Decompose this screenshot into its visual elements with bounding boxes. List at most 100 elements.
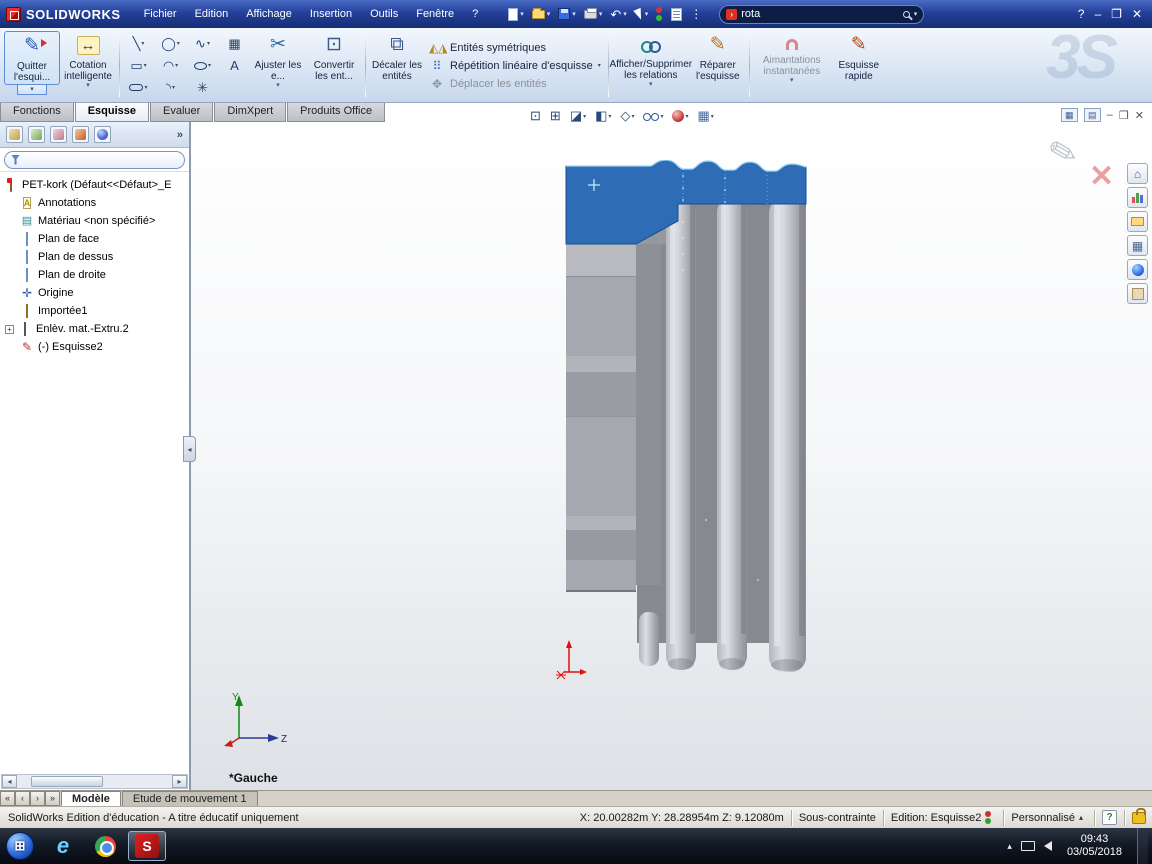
tree-item-plan-de-dessus[interactable]: Plan de dessus xyxy=(4,248,187,266)
mirror-entities-button[interactable]: ◭◮ Entités symétriques xyxy=(429,41,601,55)
taskbar-solidworks-button[interactable]: S xyxy=(128,831,166,861)
sketch-hatch-button[interactable]: ▦ xyxy=(219,33,250,54)
dimxpert-manager-tab[interactable] xyxy=(72,126,89,143)
sketch-rectangle-button[interactable]: ▭ ▾ xyxy=(123,55,154,76)
display-delete-relations-button[interactable]: Afficher/Supprimer les relations ▾ xyxy=(609,31,692,100)
doc-restore-button[interactable]: ❐ xyxy=(1119,109,1129,122)
tab-etude-mouvement[interactable]: Etude de mouvement 1 xyxy=(121,791,258,806)
new-document-button[interactable]: ▾ xyxy=(505,6,527,23)
tree-item-plan-de-droite[interactable]: Plan de droite xyxy=(4,266,187,284)
sketch-circle-button[interactable]: ◯ ▾ xyxy=(155,33,186,54)
repair-sketch-button[interactable]: ✎ Réparer l'esquisse xyxy=(690,31,746,100)
custom-properties-button[interactable] xyxy=(1127,283,1148,304)
tree-item-esquisse2[interactable]: ✎ (-) Esquisse2 xyxy=(4,338,187,356)
tree-root-part[interactable]: PET-kork (Défaut<<Défaut>_E xyxy=(4,176,187,194)
edit-appearance-button[interactable]: ▾ xyxy=(669,109,691,123)
linear-pattern-button[interactable]: ⠿ Répétition linéaire d'esquisse ▾ xyxy=(429,59,601,73)
tray-expand-icon[interactable]: ▴ xyxy=(1007,841,1012,852)
exit-sketch-dropdown[interactable]: ▾ xyxy=(17,85,47,95)
tab-esquisse[interactable]: Esquisse xyxy=(74,103,150,122)
property-manager-tab[interactable] xyxy=(28,126,45,143)
tree-filter-box[interactable] xyxy=(4,150,185,169)
tree-item-origine[interactable]: ✛ Origine xyxy=(4,284,187,302)
scroll-left-icon[interactable]: ◂ xyxy=(2,775,17,788)
panel-overflow-chevron[interactable]: » xyxy=(177,129,183,141)
menu-edition[interactable]: Edition xyxy=(186,6,238,22)
zoom-area-button[interactable]: ⊞ xyxy=(547,107,564,125)
smart-dimension-button[interactable]: ↔ Cotation intelligente ▾ xyxy=(60,31,116,100)
scroll-right-icon[interactable]: ▸ xyxy=(172,775,187,788)
units-caret-icon[interactable]: ▴ xyxy=(1079,813,1083,822)
search-box[interactable]: › ▾ xyxy=(719,4,925,24)
feature-manager-tab[interactable] xyxy=(6,126,23,143)
menu-outils[interactable]: Outils xyxy=(361,6,407,22)
search-dropdown-icon[interactable]: ▾ xyxy=(914,10,918,18)
display-style-button[interactable]: ◇ ▾ xyxy=(617,107,637,125)
menu-insertion[interactable]: Insertion xyxy=(301,6,361,22)
graphics-area[interactable]: ⊡ ⊞ ◪ ▾ ◧ ▾ ◇ ▾ ▾ ▾ ▦ ▾ ▦ ▤ – ❐ ✕ ✎ ✕ ⌂ ▦ xyxy=(190,103,1152,790)
panel-collapse-handle[interactable]: ◂ xyxy=(183,436,196,462)
menu-help[interactable]: ? xyxy=(463,6,487,22)
tab-produits-office[interactable]: Produits Office xyxy=(287,103,386,122)
tree-item-plan-de-face[interactable]: Plan de face xyxy=(4,230,187,248)
rapid-sketch-button[interactable]: ✎ Esquisse rapide xyxy=(831,31,887,100)
taskbar-ie-button[interactable]: e xyxy=(44,831,82,861)
options-button[interactable] xyxy=(668,6,685,23)
search-input[interactable] xyxy=(741,8,899,20)
tab-nav-next[interactable]: › xyxy=(30,791,45,806)
tab-evaluer[interactable]: Evaluer xyxy=(150,103,214,122)
taskbar-chrome-button[interactable] xyxy=(86,831,124,861)
sketch-point-button[interactable]: ✳ xyxy=(187,77,218,98)
menu-affichage[interactable]: Affichage xyxy=(237,6,301,22)
zoom-fit-button[interactable]: ⊡ xyxy=(527,107,544,125)
move-entities-button[interactable]: ✥ Déplacer les entités xyxy=(429,77,601,91)
exit-sketch-button[interactable]: ✎ Quitter l'esqui... xyxy=(4,31,60,85)
sketch-text-button[interactable]: A xyxy=(219,55,250,76)
offset-entities-button[interactable]: ⧉ Décaler les entités xyxy=(369,31,425,100)
instant-snaps-button[interactable]: Aimantations instantanées ▾ xyxy=(753,31,831,100)
solidworks-resources-button[interactable]: ⌂ xyxy=(1127,163,1148,184)
sketch-fillet-button[interactable]: ◝ ▾ xyxy=(155,77,186,98)
tree-item-annotations[interactable]: A Annotations xyxy=(4,194,187,212)
view-palette-button[interactable]: ▦ xyxy=(1127,235,1148,256)
rebuild-button[interactable] xyxy=(653,5,666,23)
undo-button[interactable]: ↶ ▾ xyxy=(607,6,629,23)
tree-item-importee1[interactable]: Importée1 xyxy=(4,302,187,320)
minimize-button[interactable]: – xyxy=(1094,7,1101,21)
start-button[interactable]: ⊞ xyxy=(6,832,34,860)
tab-dimxpert[interactable]: DimXpert xyxy=(214,103,287,122)
restore-button[interactable]: ❐ xyxy=(1111,7,1122,21)
display-manager-tab[interactable] xyxy=(94,126,111,143)
tab-nav-last[interactable]: » xyxy=(45,791,60,806)
tab-nav-first[interactable]: « xyxy=(0,791,15,806)
select-button[interactable]: ▾ xyxy=(632,7,652,22)
trim-entities-button[interactable]: ✂ Ajuster les e... ▾ xyxy=(250,31,306,100)
tree-item-enlev-mat-extru2[interactable]: + Enlèv. mat.-Extru.2 xyxy=(4,320,187,338)
display-tray-icon[interactable] xyxy=(1020,841,1035,851)
pane-split-icon[interactable]: ▤ xyxy=(1083,108,1101,122)
print-button[interactable]: ▾ xyxy=(581,7,606,21)
search-magnifier-icon[interactable] xyxy=(902,10,910,18)
apply-scene-button[interactable]: ▦ ▾ xyxy=(694,107,716,125)
sketch-slot-button[interactable]: ▾ xyxy=(123,77,154,98)
sketch-ellipse-button[interactable]: ▾ xyxy=(187,55,218,76)
model-3d-view[interactable] xyxy=(554,160,818,680)
configuration-manager-tab[interactable] xyxy=(50,126,67,143)
convert-entities-button[interactable]: ⊡ Convertir les ent... xyxy=(306,31,362,100)
doc-close-button[interactable]: ✕ xyxy=(1135,109,1144,122)
tab-modele[interactable]: Modèle xyxy=(61,791,121,806)
help-button[interactable]: ? xyxy=(1078,7,1085,21)
tree-filter-input[interactable] xyxy=(24,154,178,165)
confirmation-corner-sketch-icon[interactable]: ✎ xyxy=(1044,130,1082,176)
tree-item-material[interactable]: ▤ Matériau <non spécifié> xyxy=(4,212,187,230)
units-selector[interactable]: Personnalisé xyxy=(1011,812,1075,824)
sketch-spline-button[interactable]: ∿ ▾ xyxy=(187,33,218,54)
volume-icon[interactable] xyxy=(1043,841,1052,851)
hide-show-items-button[interactable]: ▾ xyxy=(640,112,666,121)
appearances-scenes-button[interactable] xyxy=(1127,259,1148,280)
file-explorer-button[interactable] xyxy=(1127,211,1148,232)
panel-horizontal-scrollbar[interactable]: ◂ ▸ xyxy=(1,774,188,789)
expand-icon[interactable]: + xyxy=(5,324,14,334)
doc-minimize-button[interactable]: – xyxy=(1107,109,1113,121)
tab-nav-prev[interactable]: ‹ xyxy=(15,791,30,806)
